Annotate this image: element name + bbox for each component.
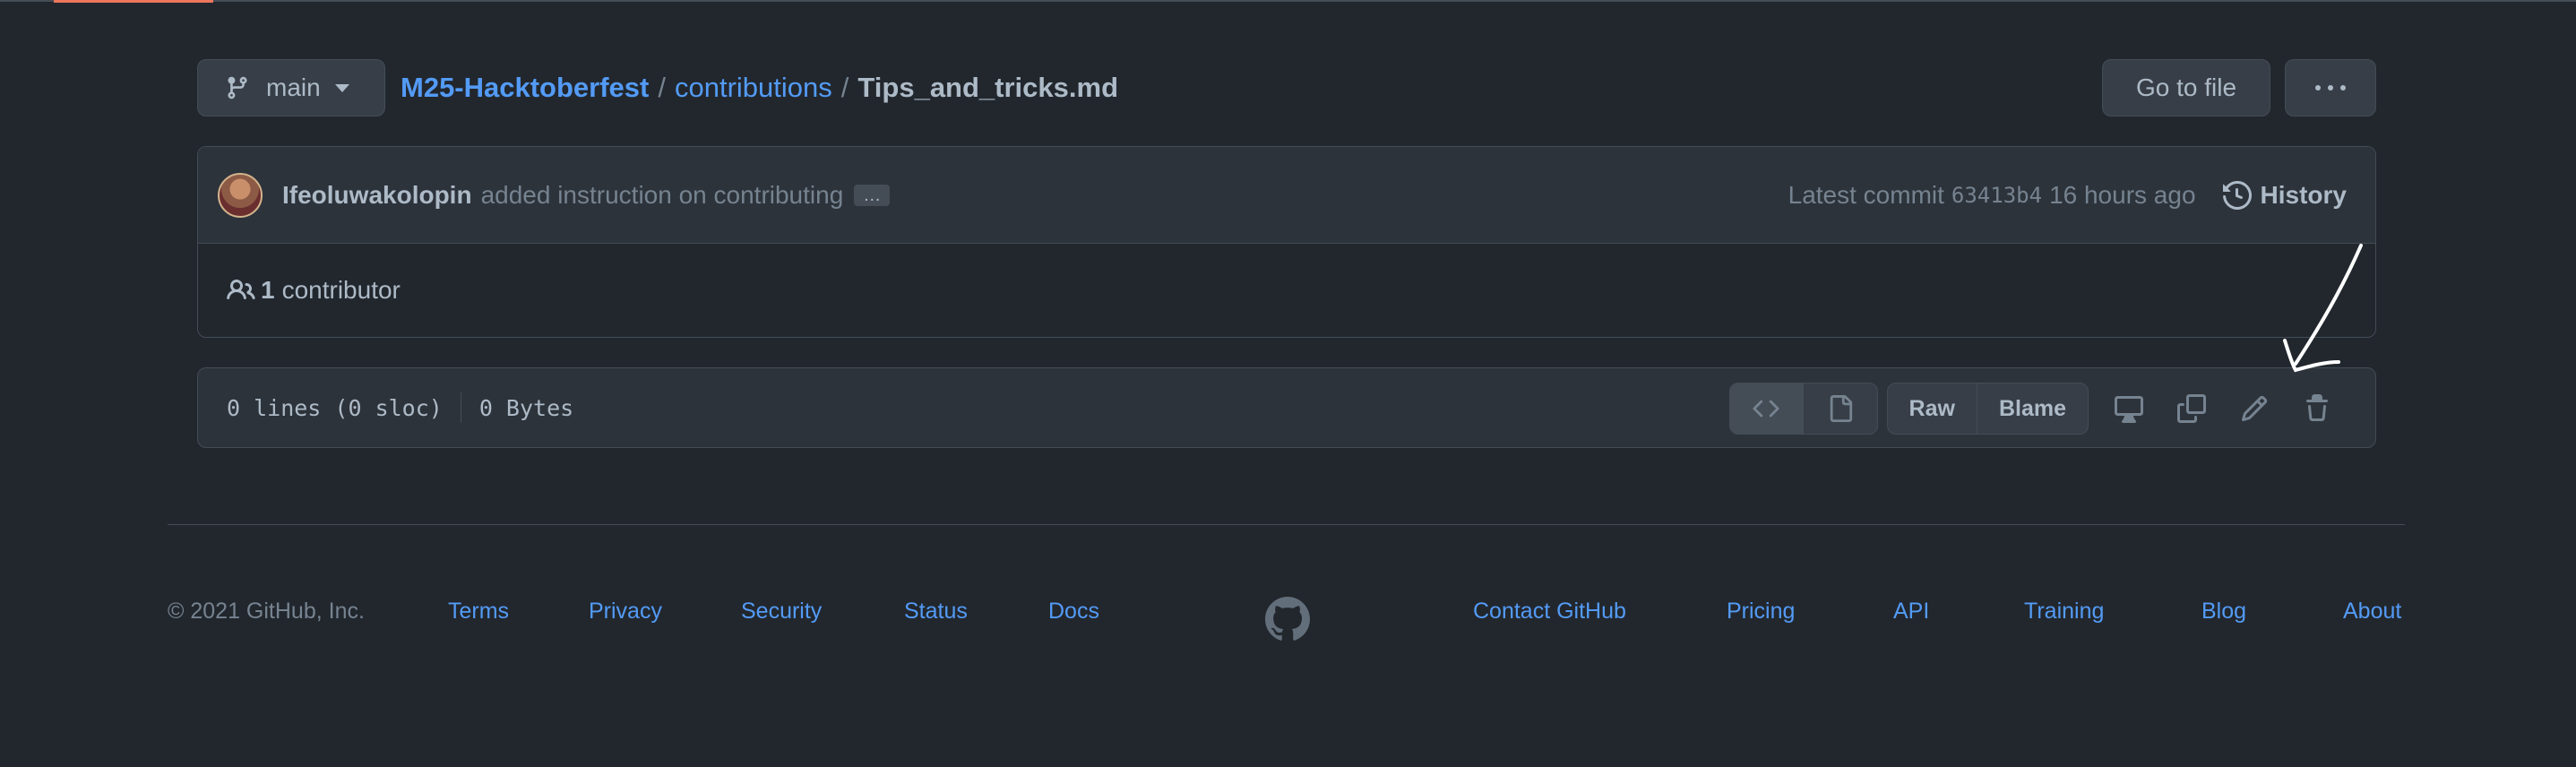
commit-message[interactable]: added instruction on contributing	[481, 181, 844, 210]
open-in-desktop-button[interactable]	[2098, 383, 2160, 435]
file-header: main M25-Hacktoberfest / contributions /…	[197, 59, 2376, 116]
footer-link-terms[interactable]: Terms	[448, 599, 509, 625]
header-actions: Go to file	[2102, 59, 2376, 116]
commit-time: 16 hours ago	[2049, 180, 2196, 209]
commit-sha-link[interactable]: 63413b4	[1951, 183, 2042, 208]
copy-icon	[2177, 394, 2206, 423]
history-label: History	[2260, 180, 2347, 209]
footer-link-blog[interactable]: Blog	[2201, 599, 2246, 625]
top-border	[0, 0, 2576, 3]
footer-link-docs[interactable]: Docs	[1048, 599, 1099, 625]
breadcrumb: M25-Hacktoberfest / contributions / Tips…	[401, 72, 1118, 104]
annotation-arrow	[2283, 244, 2363, 373]
chevron-down-icon	[334, 83, 349, 92]
avatar[interactable]	[218, 172, 263, 218]
footer-link-api[interactable]: API	[1893, 599, 1929, 625]
display-source-button[interactable]	[1729, 384, 1804, 434]
commit-box: Ifeoluwakolopin added instruction on con…	[197, 146, 2376, 338]
trash-icon	[2306, 394, 2328, 421]
footer: © 2021 GitHub, Inc. Terms Privacy Securi…	[168, 597, 2405, 641]
branch-selector-button[interactable]: main	[197, 59, 385, 116]
display-rendered-button[interactable]	[1804, 384, 1877, 434]
footer-link-about[interactable]: About	[2343, 599, 2401, 625]
breadcrumb-separator: /	[840, 72, 849, 103]
kebab-dot	[2328, 85, 2333, 90]
breadcrumb-file-name: Tips_and_tricks.md	[857, 72, 1119, 103]
delete-file-button[interactable]	[2286, 383, 2348, 435]
file-icon	[1830, 395, 1852, 422]
kebab-dot	[2315, 85, 2321, 90]
kebab-dot	[2340, 85, 2346, 90]
contributor-count[interactable]: 1	[261, 276, 275, 305]
history-link[interactable]: History	[2222, 180, 2347, 210]
commit-author-link[interactable]: Ifeoluwakolopin	[282, 181, 472, 210]
raw-button[interactable]: Raw	[1888, 384, 1977, 434]
breadcrumb-folder-link[interactable]: contributions	[675, 72, 832, 104]
footer-link-contact[interactable]: Contact GitHub	[1473, 599, 1626, 625]
desktop-icon	[2115, 396, 2143, 423]
expand-commit-message-button[interactable]: …	[854, 184, 891, 206]
code-icon	[1753, 400, 1779, 418]
people-icon	[227, 279, 255, 300]
edit-file-button[interactable]	[2223, 383, 2286, 435]
footer-link-training[interactable]: Training	[2024, 599, 2104, 625]
copy-contents-button[interactable]	[2160, 383, 2223, 435]
branch-icon	[228, 76, 247, 99]
contributors-row: 1 contributor	[198, 244, 2375, 337]
footer-divider	[168, 524, 2405, 525]
breadcrumb-separator: /	[658, 72, 666, 103]
footer-link-pricing[interactable]: Pricing	[1727, 599, 1795, 625]
file-line-count: 0 lines (0 sloc)	[227, 394, 443, 421]
latest-commit-row: Ifeoluwakolopin added instruction on con…	[198, 147, 2375, 244]
file-info: 0 lines (0 sloc) 0 Bytes	[227, 392, 573, 423]
footer-link-status[interactable]: Status	[904, 599, 968, 625]
go-to-file-button[interactable]: Go to file	[2102, 59, 2270, 116]
file-actions: Raw Blame	[1728, 383, 2348, 435]
file-size: 0 Bytes	[478, 394, 574, 421]
raw-blame-group: Raw Blame	[1886, 383, 2089, 435]
view-toggle-group	[1728, 383, 1878, 435]
contributor-label[interactable]: contributor	[282, 276, 401, 305]
branch-name: main	[266, 73, 321, 101]
file-header-bar: 0 lines (0 sloc) 0 Bytes Raw Blame	[197, 367, 2376, 448]
latest-commit-label: Latest commit	[1788, 180, 1944, 209]
file-view: main M25-Hacktoberfest / contributions /…	[197, 59, 2376, 448]
blame-button[interactable]: Blame	[1977, 384, 2088, 434]
commit-meta: Latest commit 63413b4 16 hours ago Histo…	[1788, 181, 2347, 210]
active-tab-indicator	[54, 0, 213, 3]
footer-link-privacy[interactable]: Privacy	[589, 599, 662, 625]
footer-copyright: © 2021 GitHub, Inc.	[168, 599, 365, 624]
pencil-icon	[2241, 395, 2268, 422]
history-icon	[2222, 180, 2252, 210]
github-logo-icon[interactable]	[1265, 597, 1310, 642]
more-options-button[interactable]	[2285, 59, 2376, 116]
footer-link-security[interactable]: Security	[741, 599, 822, 625]
breadcrumb-repo-link[interactable]: M25-Hacktoberfest	[401, 72, 649, 104]
